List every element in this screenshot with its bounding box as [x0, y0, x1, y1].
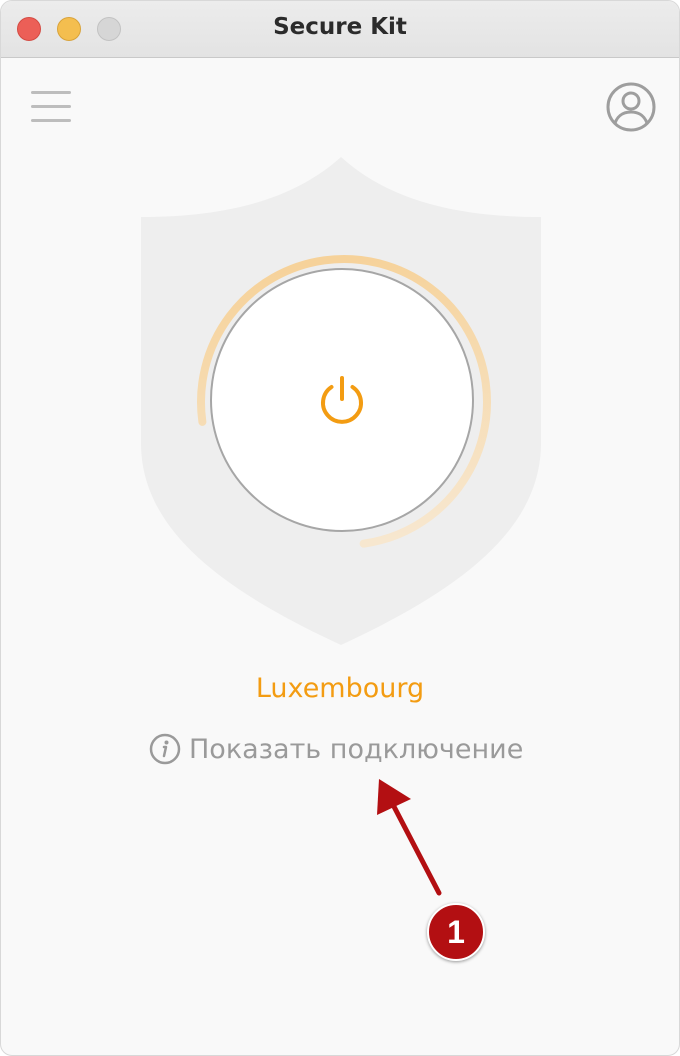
power-icon — [321, 376, 363, 424]
app-window: Secure Kit Luxembourg Показать подключен… — [0, 0, 680, 1056]
window-title: Secure Kit — [273, 14, 407, 40]
title-bar[interactable]: Secure Kit — [1, 1, 679, 58]
server-location[interactable]: Luxembourg — [1, 673, 679, 704]
account-button[interactable] — [605, 81, 657, 133]
power-button[interactable] — [210, 268, 474, 532]
hamburger-menu-icon — [31, 91, 71, 122]
show-connection-label: Показать подключение — [189, 733, 524, 765]
menu-button[interactable] — [29, 89, 73, 125]
info-icon — [149, 733, 181, 765]
user-account-icon — [606, 82, 656, 132]
annotation-arrow-icon — [377, 779, 442, 896]
annotation-badge: 1 — [427, 903, 485, 961]
show-connection-link[interactable]: Показать подключение — [149, 731, 523, 767]
